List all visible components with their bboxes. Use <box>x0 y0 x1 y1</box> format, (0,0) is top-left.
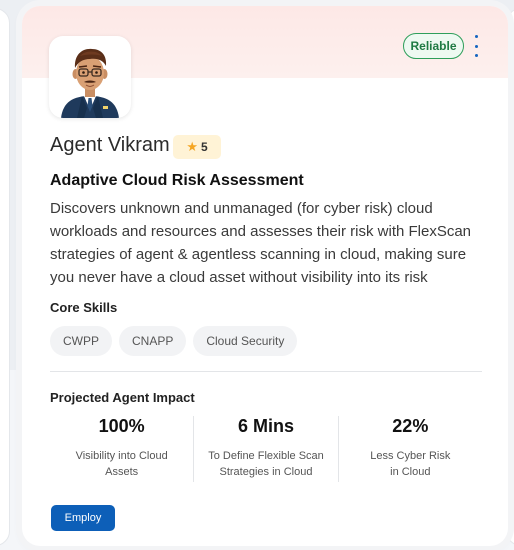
core-skills-label: Core Skills <box>50 300 118 315</box>
metric-value: 100% <box>98 416 145 436</box>
skill-chip: Cloud Security <box>193 326 298 356</box>
agent-avatar-illustration <box>61 48 119 118</box>
adjacent-card-left[interactable] <box>0 8 10 546</box>
agent-description: Discovers unknown and unmanaged (for cyb… <box>50 200 472 286</box>
agent-avatar <box>49 36 131 118</box>
section-divider <box>50 371 482 372</box>
metric-description: Visibility into Cloud Assets <box>75 450 168 478</box>
metric-value: 6 Mins <box>237 416 294 436</box>
metric-value: 22% <box>392 416 429 436</box>
rating-badge: ★ 5 <box>173 135 221 159</box>
employ-button[interactable]: Employ <box>51 505 115 531</box>
rating-value: 5 <box>200 140 208 154</box>
metric-scan-time: 6 Mins To Define Flexible Scan Strategie… <box>193 416 337 482</box>
metric-description: Less Cyber Risk in Cloud <box>370 450 451 478</box>
agent-title: Adaptive Cloud Risk Assessment <box>50 172 304 189</box>
skills-list: CWPP CNAPP Cloud Security <box>50 326 298 356</box>
impact-label: Projected Agent Impact <box>50 390 195 405</box>
metric-risk-reduction: 22% Less Cyber Risk in Cloud <box>337 416 482 482</box>
impact-metrics: 100% Visibility into Cloud Assets 6 Mins… <box>50 416 482 482</box>
kebab-menu-icon[interactable] <box>471 35 481 57</box>
skill-chip: CWPP <box>50 326 112 356</box>
reliable-badge: Reliable <box>403 33 464 59</box>
metric-visibility: 100% Visibility into Cloud Assets <box>50 416 193 482</box>
skill-chip: CNAPP <box>119 326 187 356</box>
metric-description: To Define Flexible Scan Strategies in Cl… <box>208 450 324 478</box>
star-icon: ★ <box>186 139 198 154</box>
agent-card: Reliable Agent Vikram ★ 5 Adaptive Cloud… <box>22 6 508 546</box>
agent-name: Agent Vikram <box>50 134 170 156</box>
